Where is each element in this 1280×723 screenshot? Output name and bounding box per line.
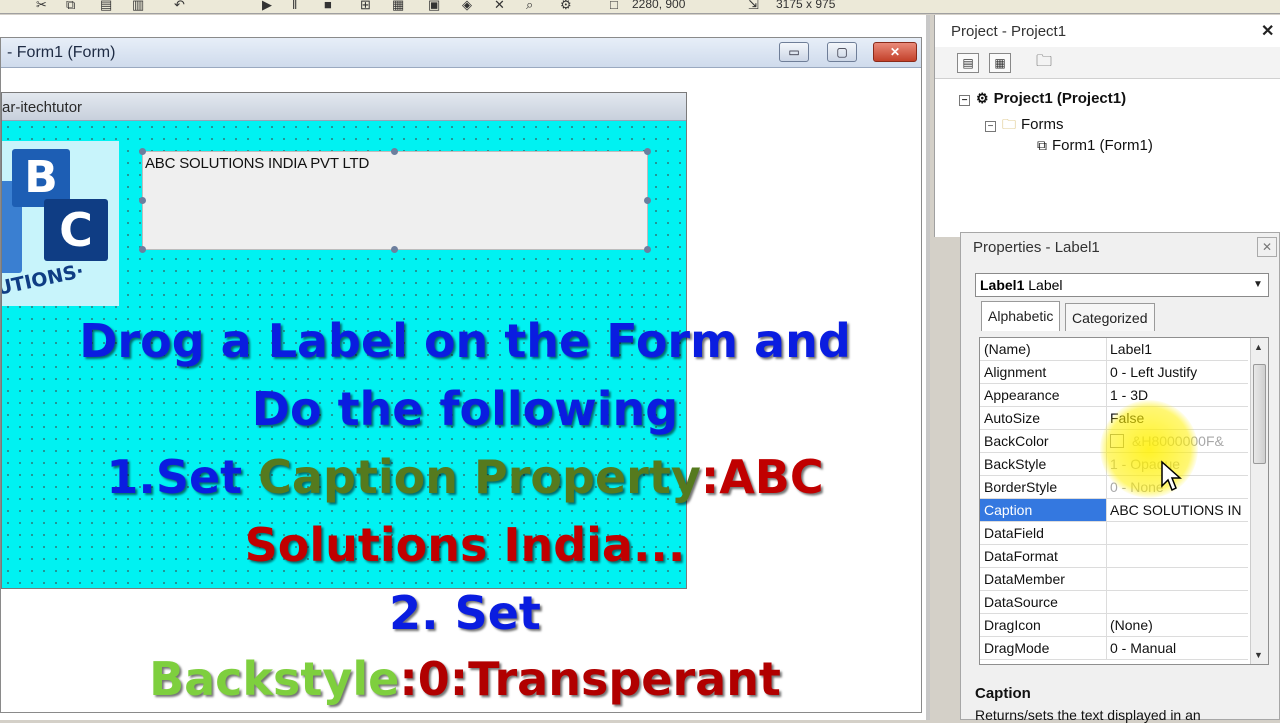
cut-icon[interactable]: ✂ xyxy=(36,0,47,13)
collapse-icon[interactable]: − xyxy=(985,121,996,132)
size-readout: 3175 x 975 xyxy=(776,0,836,11)
close-button[interactable]: ✕ xyxy=(873,42,917,62)
property-grid: (Name) Label1 Alignment 0 - Left Justify A… xyxy=(979,337,1269,665)
resize-handle-ne[interactable] xyxy=(644,148,651,155)
resize-handle-se[interactable] xyxy=(644,246,651,253)
maximize-button[interactable]: ▢ xyxy=(827,42,857,62)
tree-item-forms[interactable]: − 🗀 Forms xyxy=(985,114,1064,138)
scroll-thumb[interactable] xyxy=(1253,364,1266,464)
overlay-line-4: Solutions India... xyxy=(244,518,686,572)
logo-image[interactable]: B C UTIONS· xyxy=(2,141,119,306)
toolbox-icon[interactable]: ✕ xyxy=(494,0,505,13)
resize-handle-nw[interactable] xyxy=(139,148,146,155)
tree-item-project1[interactable]: − ⚙ Project1 (Project1) xyxy=(959,90,1126,107)
designer-titlebar[interactable]: - Form1 (Form) ▭ ▢ ✕ xyxy=(1,38,921,68)
property-row[interactable]: DataField xyxy=(980,522,1248,545)
overlay-line-6-b: :0:Transperant xyxy=(399,652,781,706)
form-titlebar[interactable]: ar-itechtutor xyxy=(2,93,686,121)
object-type: Label xyxy=(1028,277,1063,293)
paste-icon[interactable]: ▤ xyxy=(100,0,112,13)
project-explorer: Project - Project1 ✕ ▤ ▦ 🗀 − ⚙ Project1 (P… xyxy=(934,15,1280,237)
property-row-selected[interactable]: Caption ABC SOLUTIONS IN xyxy=(980,499,1248,522)
toolbar: ✂ ⧉ ▤ ▥ ↶ ▶ ‖ ■ ⊞ ▦ ▣ ◈ ✕ ⌕ ⚙ □ 2280, 90… xyxy=(0,0,1280,14)
label1-control[interactable]: ABC SOLUTIONS INDIA PVT LTD xyxy=(139,148,651,253)
resize-handle-s[interactable] xyxy=(391,246,398,253)
stop-icon[interactable]: ■ xyxy=(324,0,332,12)
property-row[interactable]: DataSource xyxy=(980,591,1248,614)
properties-close-button[interactable]: ✕ xyxy=(1257,237,1277,257)
undo-icon[interactable]: ↶ xyxy=(174,0,185,13)
view-code-icon[interactable]: ▤ xyxy=(957,53,979,73)
overlay-line-1: Drog a Label on the Form and xyxy=(79,314,851,368)
description-title: Caption xyxy=(975,685,1031,702)
delete-icon[interactable]: ▥ xyxy=(132,0,144,13)
logo-letter-c: C xyxy=(44,199,108,261)
tab-categorized[interactable]: Categorized xyxy=(1065,303,1155,331)
overlay-line-2: Do the following xyxy=(251,382,679,436)
chevron-down-icon[interactable]: ▼ xyxy=(1250,276,1266,294)
component-manager-icon[interactable]: ⚙ xyxy=(560,0,572,13)
position-readout: 2280, 900 xyxy=(632,0,686,11)
form-title: ar-itechtutor xyxy=(2,99,83,116)
property-row[interactable]: Alignment 0 - Left Justify xyxy=(980,361,1248,384)
object-name: Label1 xyxy=(980,277,1025,293)
tab-alphabetic[interactable]: Alphabetic xyxy=(981,301,1061,331)
properties-title: Properties - Label1 xyxy=(973,239,1100,256)
property-row[interactable]: (Name) Label1 xyxy=(980,338,1248,361)
property-row[interactable]: DragIcon (None) xyxy=(980,614,1248,637)
property-row[interactable]: DragMode 0 - Manual xyxy=(980,637,1248,660)
property-row[interactable]: DataFormat xyxy=(980,545,1248,568)
overlay-line-3-a: 1.Set xyxy=(106,450,259,504)
overlay-line-5: 2. Set xyxy=(389,586,541,640)
pause-icon[interactable]: ‖ xyxy=(292,0,297,12)
project-toolbar: ▤ ▦ 🗀 xyxy=(935,47,1280,79)
copy-icon[interactable]: ⧉ xyxy=(66,0,75,13)
project-header: Project - Project1 ✕ xyxy=(935,15,1280,45)
resize-handle-n[interactable] xyxy=(391,148,398,155)
overlay-line-3: 1.Set Caption Property:ABC xyxy=(0,450,930,504)
scroll-down-icon[interactable]: ▼ xyxy=(1254,650,1263,660)
description-text: Returns/sets the text displayed in an xyxy=(975,707,1201,723)
form-icon: ⧉ xyxy=(1037,137,1047,153)
toggle-folders-icon[interactable]: 🗀 xyxy=(1033,53,1055,73)
property-row[interactable]: DataMember xyxy=(980,568,1248,591)
project-close-button[interactable]: ✕ xyxy=(1261,21,1274,41)
overlay-line-6: Backstyle:0:Transperant xyxy=(0,652,930,706)
resize-handle-w[interactable] xyxy=(139,197,146,204)
designer-title: - Form1 (Form) xyxy=(7,44,116,61)
form-layout-icon[interactable]: ▣ xyxy=(428,0,440,13)
data-view-icon[interactable]: ⌕ xyxy=(526,0,533,13)
collapse-icon[interactable]: − xyxy=(959,95,970,106)
mouse-cursor-icon xyxy=(1161,460,1182,492)
overlay-line-3-c: :ABC xyxy=(700,450,824,504)
properties-icon[interactable]: ▦ xyxy=(392,0,404,13)
position-icon: □ xyxy=(610,0,618,12)
scroll-up-icon[interactable]: ▲ xyxy=(1254,342,1263,352)
size-icon: ⇲ xyxy=(748,0,759,12)
object-browser-icon[interactable]: ◈ xyxy=(462,0,472,13)
resize-handle-sw[interactable] xyxy=(139,246,146,253)
view-object-icon[interactable]: ▦ xyxy=(989,53,1011,73)
property-row[interactable]: Appearance 1 - 3D xyxy=(980,384,1248,407)
project-title: Project - Project1 xyxy=(951,23,1067,40)
object-selector[interactable]: Label1 Label ▼ xyxy=(975,273,1269,297)
resize-handle-e[interactable] xyxy=(644,197,651,204)
label1-caption: ABC SOLUTIONS INDIA PVT LTD xyxy=(145,155,370,172)
minimize-button[interactable]: ▭ xyxy=(779,42,809,62)
folder-icon: 🗀 xyxy=(1002,116,1016,132)
tree-item-form1[interactable]: ⧉ Form1 (Form1) xyxy=(1037,137,1153,154)
project-explorer-icon[interactable]: ⊞ xyxy=(360,0,371,13)
start-icon[interactable]: ▶ xyxy=(262,0,272,13)
property-scrollbar[interactable]: ▲ ▼ xyxy=(1250,338,1268,664)
project-icon: ⚙ xyxy=(976,90,989,106)
overlay-line-6-a: Backstyle xyxy=(149,652,400,706)
overlay-line-3-b: Caption Property xyxy=(258,450,701,504)
